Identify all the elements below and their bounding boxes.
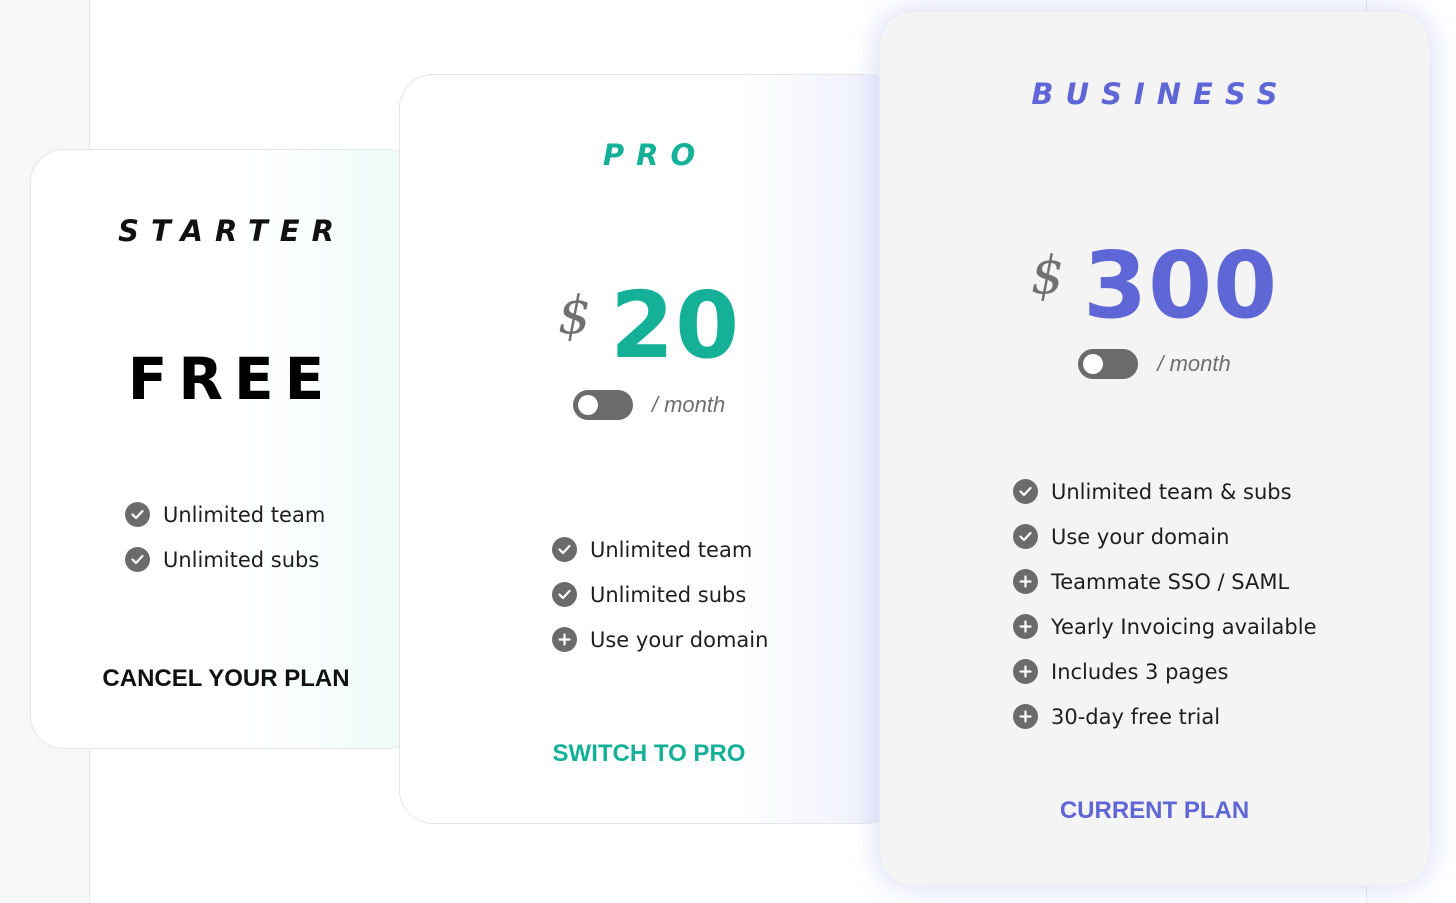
starter-plan-card: STARTER FREE Unlimited team Unlimited su… xyxy=(30,149,422,749)
plan-price: $ 300 xyxy=(880,240,1429,332)
pro-plan-card: PRO $ 20 / month Unlimited team Unlimite… xyxy=(399,74,899,824)
check-icon xyxy=(552,537,577,562)
feature-item: Unlimited team xyxy=(125,492,325,537)
period-label: / month xyxy=(1157,351,1231,376)
plus-icon xyxy=(1013,569,1038,594)
check-icon xyxy=(552,582,577,607)
feature-item: Includes 3 pages xyxy=(1013,649,1317,694)
check-icon xyxy=(1013,479,1038,504)
plan-name: PRO xyxy=(602,138,708,172)
plan-name: STARTER xyxy=(118,214,346,248)
feature-list: Unlimited team Unlimited subs xyxy=(125,492,325,582)
feature-label: Unlimited subs xyxy=(163,547,320,572)
price-free-label: FREE xyxy=(127,345,336,413)
check-icon xyxy=(1013,524,1038,549)
check-icon xyxy=(125,547,150,572)
business-plan-card: BUSINESS $ 300 / month Unlimited team & … xyxy=(879,11,1430,886)
feature-label: Yearly Invoicing available xyxy=(1051,614,1317,639)
switch-to-pro-button[interactable]: SWITCH TO PRO xyxy=(400,740,898,768)
feature-item: Use your domain xyxy=(552,617,768,662)
feature-label: 30-day free trial xyxy=(1051,704,1221,729)
cancel-plan-button[interactable]: CANCEL YOUR PLAN xyxy=(31,665,421,693)
feature-list: Unlimited team Unlimited subs Use your d… xyxy=(552,527,768,662)
current-plan-button[interactable]: CURRENT PLAN xyxy=(880,797,1429,825)
feature-label: Unlimited team xyxy=(163,502,326,527)
plus-icon xyxy=(1013,614,1038,639)
period-label: / month xyxy=(651,392,726,417)
currency-symbol: $ xyxy=(557,286,591,346)
feature-label: Includes 3 pages xyxy=(1051,659,1229,684)
feature-label: Use your domain xyxy=(1051,524,1230,549)
billing-period: / month xyxy=(880,349,1429,379)
feature-item: 30-day free trial xyxy=(1013,694,1317,739)
feature-item: Unlimited team & subs xyxy=(1013,469,1317,514)
toggle-knob xyxy=(577,395,598,415)
feature-label: Unlimited team & subs xyxy=(1051,479,1292,504)
feature-item: Teammate SSO / SAML xyxy=(1013,559,1317,604)
feature-label: Teammate SSO / SAML xyxy=(1051,569,1290,594)
plus-icon xyxy=(1013,704,1038,729)
feature-label: Unlimited team xyxy=(590,537,753,562)
currency-symbol: $ xyxy=(1030,246,1064,306)
plan-price: $ 20 xyxy=(400,280,898,372)
billing-period: / month xyxy=(400,390,898,420)
plus-icon xyxy=(1013,659,1038,684)
price-amount: 20 xyxy=(610,272,741,379)
feature-item: Yearly Invoicing available xyxy=(1013,604,1317,649)
feature-label: Unlimited subs xyxy=(590,582,747,607)
plan-price: FREE xyxy=(31,345,421,413)
billing-toggle[interactable] xyxy=(572,390,633,420)
feature-label: Use your domain xyxy=(590,627,769,652)
plus-icon xyxy=(552,627,577,652)
feature-item: Unlimited subs xyxy=(552,572,768,617)
feature-item: Unlimited subs xyxy=(125,537,325,582)
feature-list: Unlimited team & subs Use your domain Te… xyxy=(1013,469,1317,739)
price-amount: 300 xyxy=(1083,232,1279,339)
feature-item: Unlimited team xyxy=(552,527,768,572)
check-icon xyxy=(125,502,150,527)
billing-toggle[interactable] xyxy=(1078,349,1139,379)
toggle-knob xyxy=(1083,354,1104,374)
feature-item: Use your domain xyxy=(1013,514,1317,559)
plan-name: BUSINESS xyxy=(1031,77,1290,111)
